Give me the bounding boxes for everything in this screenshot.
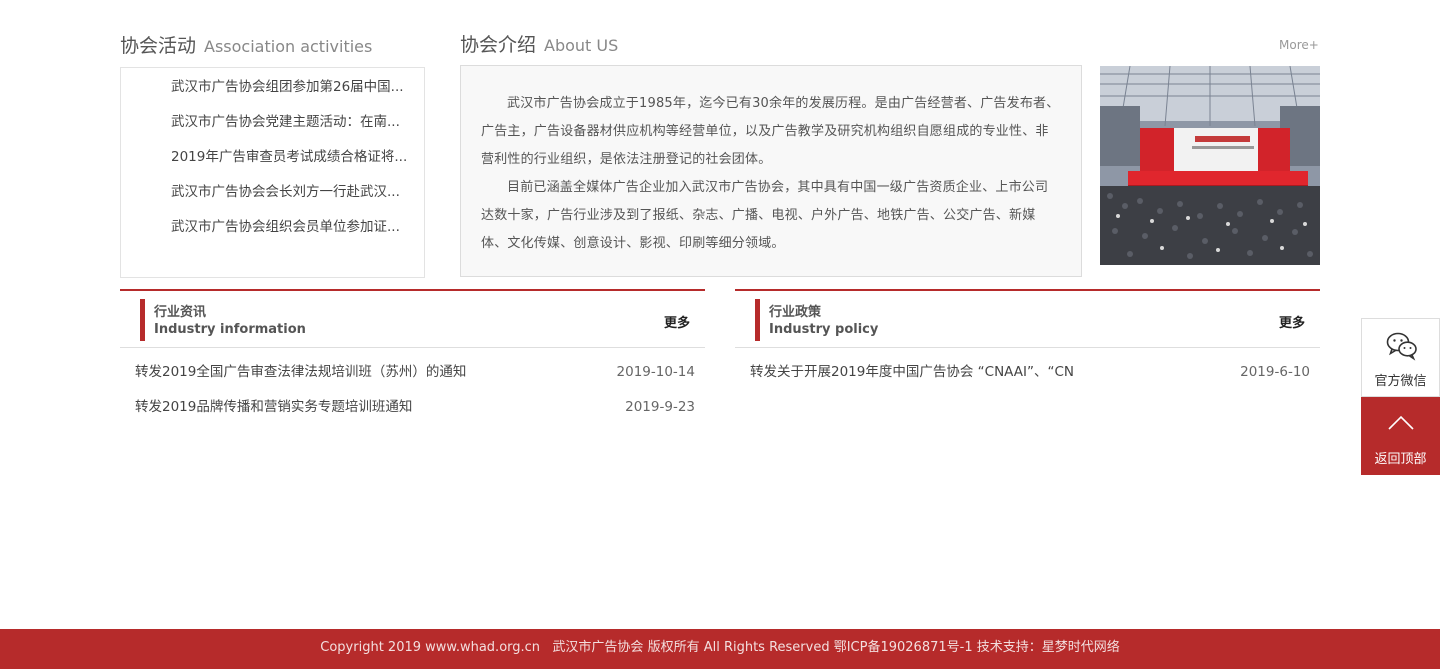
about-title-cn: 协会介绍 xyxy=(460,34,537,56)
about-paragraph: 武汉市广告协会成立于1985年，迄今已有30余年的发展历程。是由广告经营者、广告… xyxy=(481,96,1060,167)
activities-list: 武汉市广告协会组团参加第26届中国... 武汉市广告协会党建主题活动：在南...… xyxy=(121,68,424,252)
news-title[interactable]: 转发2019品牌传播和营销实务专题培训班通知 xyxy=(135,397,412,417)
industry-policy-list: 转发关于开展2019年度中国广告协会 “CNAAⅠ”、“CN 2019-6-10 xyxy=(735,348,1320,397)
industry-policy-panel: 行业政策 Industry policy 更多 转发关于开展2019年度中国广告… xyxy=(735,289,1320,429)
about-box: 武汉市广告协会成立于1985年，迄今已有30余年的发展历程。是由广告经营者、广告… xyxy=(460,65,1082,277)
panel-accent-bar xyxy=(755,299,760,341)
wechat-label: 官方微信 xyxy=(1374,374,1427,389)
about-title-en: About US xyxy=(544,36,619,55)
activity-item[interactable]: 武汉市广告协会党建主题活动：在南... xyxy=(121,112,424,147)
activities-box: 武汉市广告协会组团参加第26届中国... 武汉市广告协会党建主题活动：在南...… xyxy=(120,67,425,278)
news-date: 2019-9-23 xyxy=(625,399,695,415)
industry-policy-title-cn: 行业政策 xyxy=(769,305,822,320)
industry-info-title-cn: 行业资讯 xyxy=(154,305,207,320)
activity-item[interactable]: 武汉市广告协会会长刘方一行赴武汉... xyxy=(121,182,424,217)
news-title[interactable]: 转发关于开展2019年度中国广告协会 “CNAAⅠ”、“CN xyxy=(750,362,1074,382)
news-date: 2019-10-14 xyxy=(616,364,695,380)
news-title[interactable]: 转发2019全国广告审查法律法规培训班（苏州）的通知 xyxy=(135,362,466,382)
activity-item[interactable]: 武汉市广告协会组团参加第26届中国... xyxy=(121,77,424,112)
industry-info-list: 转发2019全国广告审查法律法规培训班（苏州）的通知 2019-10-14 转发… xyxy=(120,348,705,432)
event-photo xyxy=(1100,66,1320,265)
news-item[interactable]: 转发2019全国广告审查法律法规培训班（苏州）的通知 2019-10-14 xyxy=(120,362,705,397)
activities-heading: 协会活动 Association activities xyxy=(120,31,372,58)
activity-item[interactable]: 2019年广告审查员考试成绩合格证将... xyxy=(121,147,424,182)
back-to-top-button[interactable]: 返回顶部 xyxy=(1361,397,1440,475)
industry-policy-header: 行业政策 Industry policy 更多 xyxy=(735,289,1320,348)
industry-info-panel: 行业资讯 Industry information 更多 转发2019全国广告审… xyxy=(120,289,705,429)
news-item[interactable]: 转发2019品牌传播和营销实务专题培训班通知 2019-9-23 xyxy=(120,397,705,432)
back-to-top-label: 返回顶部 xyxy=(1374,452,1427,467)
activities-title-cn: 协会活动 xyxy=(120,35,197,57)
industry-info-title-en: Industry information xyxy=(154,322,306,337)
panel-accent-bar xyxy=(140,299,145,341)
about-heading: 协会介绍 About US xyxy=(460,30,618,57)
industry-info-more-link[interactable]: 更多 xyxy=(664,312,690,331)
about-paragraph: 目前已涵盖全媒体广告企业加入武汉市广告协会，其中具有中国一级广告资质企业、上市公… xyxy=(481,180,1049,251)
industry-policy-more-link[interactable]: 更多 xyxy=(1279,312,1305,331)
activity-item[interactable]: 武汉市广告协会组织会员单位参加证... xyxy=(121,217,424,252)
footer-copyright: Copyright 2019 www.whad.org.cn 武汉市广告协会 版… xyxy=(320,640,1120,655)
wechat-button[interactable]: 官方微信 xyxy=(1361,318,1440,397)
chevron-up-icon xyxy=(1388,415,1414,435)
news-date: 2019-6-10 xyxy=(1240,364,1310,380)
industry-info-header: 行业资讯 Industry information 更多 xyxy=(120,289,705,348)
wechat-icon xyxy=(1386,331,1418,365)
industry-policy-title-en: Industry policy xyxy=(769,322,879,337)
footer: Copyright 2019 www.whad.org.cn 武汉市广告协会 版… xyxy=(0,629,1440,669)
about-more-link[interactable]: More+ xyxy=(1279,38,1319,52)
activities-title-en: Association activities xyxy=(204,37,373,56)
news-item[interactable]: 转发关于开展2019年度中国广告协会 “CNAAⅠ”、“CN 2019-6-10 xyxy=(735,362,1320,397)
